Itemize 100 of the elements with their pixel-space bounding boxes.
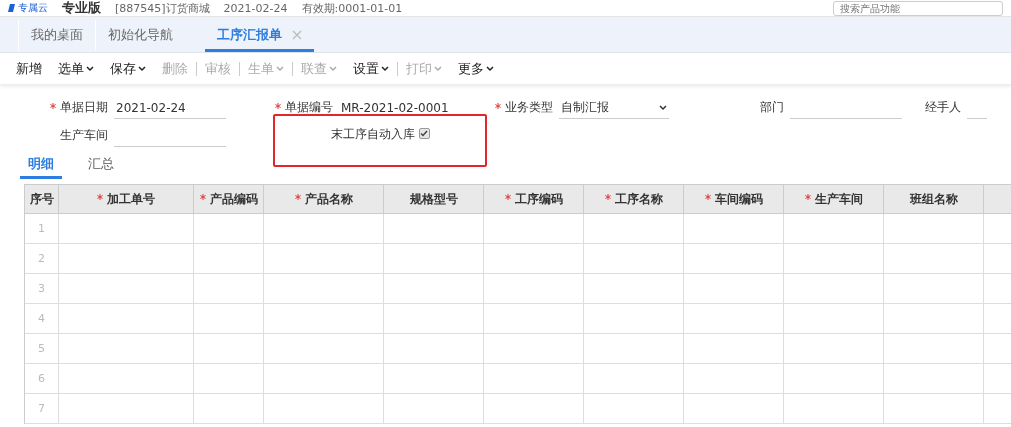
column-title: 生产车间 bbox=[814, 190, 863, 208]
table-cell[interactable] bbox=[59, 274, 194, 304]
column-title: 班组名称 bbox=[909, 190, 958, 208]
table-cell[interactable] bbox=[384, 214, 484, 244]
table-cell[interactable] bbox=[584, 274, 684, 304]
table-cell[interactable] bbox=[484, 304, 584, 334]
table-cell[interactable] bbox=[194, 214, 264, 244]
table-cell[interactable] bbox=[784, 394, 884, 424]
table-cell[interactable] bbox=[784, 304, 884, 334]
table-cell[interactable] bbox=[884, 304, 984, 334]
table-cell[interactable] bbox=[884, 394, 984, 424]
table-cell[interactable] bbox=[264, 364, 384, 394]
toolbar-button[interactable]: 设置 bbox=[345, 59, 397, 78]
table-cell[interactable] bbox=[884, 244, 984, 274]
table-cell[interactable] bbox=[684, 214, 784, 244]
table-cell[interactable] bbox=[194, 304, 264, 334]
table-cell[interactable] bbox=[59, 304, 194, 334]
table-cell[interactable] bbox=[384, 394, 484, 424]
required-icon bbox=[604, 194, 611, 200]
table-cell[interactable] bbox=[484, 214, 584, 244]
table-cell[interactable] bbox=[384, 244, 484, 274]
table-cell[interactable] bbox=[194, 364, 264, 394]
table-cell[interactable] bbox=[264, 244, 384, 274]
table-cell[interactable] bbox=[584, 364, 684, 394]
table-cell[interactable] bbox=[684, 394, 784, 424]
table-cell[interactable] bbox=[264, 214, 384, 244]
table-cell[interactable] bbox=[384, 274, 484, 304]
table-cell[interactable] bbox=[784, 214, 884, 244]
table-cell[interactable] bbox=[584, 304, 684, 334]
table-cell[interactable] bbox=[484, 394, 584, 424]
table-cell[interactable] bbox=[59, 394, 194, 424]
toolbar-button[interactable]: 选单 bbox=[50, 59, 102, 78]
toolbar-button[interactable]: 更多 bbox=[450, 59, 502, 78]
required-icon bbox=[294, 194, 301, 200]
table-cell[interactable] bbox=[784, 334, 884, 364]
table-cell[interactable] bbox=[384, 334, 484, 364]
table-cell[interactable] bbox=[584, 334, 684, 364]
page-tab[interactable]: 工序汇报单 bbox=[205, 20, 314, 52]
table-cell[interactable] bbox=[264, 394, 384, 424]
table-cell[interactable] bbox=[264, 334, 384, 364]
table-cell[interactable] bbox=[684, 334, 784, 364]
table-cell[interactable] bbox=[884, 274, 984, 304]
table-cell[interactable] bbox=[59, 244, 194, 274]
detail-tab[interactable]: 明细 bbox=[20, 155, 62, 179]
table-cell[interactable] bbox=[59, 364, 194, 394]
table-cell[interactable] bbox=[784, 244, 884, 274]
chevron-down-icon bbox=[381, 65, 389, 72]
detail-tab[interactable]: 汇总 bbox=[80, 155, 122, 179]
table-cell[interactable] bbox=[194, 394, 264, 424]
table-cell[interactable] bbox=[884, 334, 984, 364]
cloud-logo-icon bbox=[8, 4, 15, 12]
search-field[interactable]: 搜索产品功能 bbox=[833, 0, 1003, 16]
table-cell[interactable] bbox=[484, 244, 584, 274]
table-cell[interactable] bbox=[194, 274, 264, 304]
column-title: 工序名称 bbox=[614, 190, 663, 208]
table-cell[interactable] bbox=[59, 214, 194, 244]
checkbox[interactable] bbox=[418, 128, 430, 139]
column-title: 产品编码 bbox=[209, 190, 258, 208]
table-cell[interactable] bbox=[584, 214, 684, 244]
field-label: 单据编号 bbox=[285, 99, 333, 116]
chevron-down-icon bbox=[434, 65, 442, 72]
select-field[interactable]: 自制汇报 bbox=[559, 97, 669, 119]
table-cell[interactable] bbox=[194, 244, 264, 274]
table-cell[interactable] bbox=[584, 244, 684, 274]
table-cell[interactable] bbox=[884, 214, 984, 244]
column-title: 工序编码 bbox=[514, 190, 563, 208]
table-cell[interactable] bbox=[484, 334, 584, 364]
page-tab[interactable]: 我的桌面 bbox=[18, 20, 95, 52]
table-cell[interactable] bbox=[59, 334, 194, 364]
table-cell[interactable] bbox=[784, 274, 884, 304]
page-tab[interactable]: 初始化导航 bbox=[95, 20, 185, 52]
brand-text: 专属云 bbox=[18, 1, 48, 15]
table-cell[interactable] bbox=[584, 394, 684, 424]
input-field[interactable]: 2021-02-24 bbox=[114, 97, 226, 119]
row-number: 7 bbox=[25, 394, 59, 424]
field-label: 单据日期 bbox=[60, 99, 108, 116]
table-cell[interactable] bbox=[784, 364, 884, 394]
required-icon bbox=[504, 194, 511, 200]
toolbar-button[interactable]: 保存 bbox=[102, 59, 154, 78]
chevron-down-icon bbox=[659, 104, 667, 111]
table-cell[interactable] bbox=[684, 274, 784, 304]
column-title: 车间编码 bbox=[714, 190, 763, 208]
table-cell[interactable] bbox=[384, 304, 484, 334]
table-cell[interactable] bbox=[194, 334, 264, 364]
table-cell[interactable] bbox=[884, 364, 984, 394]
table-cell[interactable] bbox=[484, 274, 584, 304]
chevron-down-icon bbox=[329, 65, 337, 72]
field-label: 经手人 bbox=[925, 99, 961, 116]
table-cell[interactable] bbox=[684, 364, 784, 394]
table-cell[interactable] bbox=[384, 364, 484, 394]
close-icon[interactable] bbox=[292, 29, 302, 40]
table-cell[interactable] bbox=[264, 274, 384, 304]
chevron-down-icon bbox=[86, 65, 94, 72]
checkbox-label[interactable]: 末工序自动入库 bbox=[330, 126, 430, 142]
account-name: [887545]订货商城 bbox=[115, 0, 210, 16]
table-cell[interactable] bbox=[684, 304, 784, 334]
table-cell[interactable] bbox=[484, 364, 584, 394]
toolbar-button[interactable]: 新增 bbox=[8, 59, 50, 78]
table-cell[interactable] bbox=[684, 244, 784, 274]
table-cell[interactable] bbox=[264, 304, 384, 334]
